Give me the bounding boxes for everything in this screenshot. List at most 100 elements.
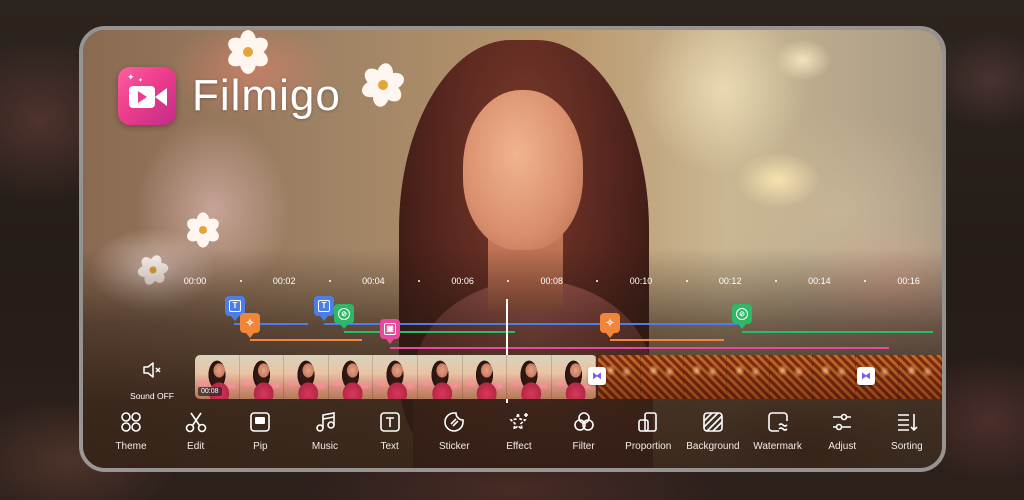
sorting-icon [896, 410, 918, 434]
adjust-sliders-icon [831, 410, 853, 434]
ruler-tick-label: 00:12 [718, 276, 742, 286]
tool-filter[interactable]: Filter [552, 410, 616, 458]
ruler-tick-label: 00:14 [808, 276, 831, 286]
clip-frame-thumbnail [284, 355, 329, 399]
ruler-tick-dot [864, 280, 866, 282]
app-logo: ✦ ✦ Filmigo [118, 67, 341, 125]
sticker-marker[interactable]: ⊘ [732, 304, 752, 329]
overlay-track-line[interactable] [390, 347, 889, 349]
ruler-tick-label: 00:02 [272, 276, 296, 286]
transition-icon: ⧓ [861, 370, 871, 382]
sticker-icon [443, 410, 465, 434]
tool-proportion[interactable]: Proportion [616, 410, 680, 458]
tool-label: Sorting [891, 441, 923, 452]
tool-label: Sticker [439, 441, 470, 452]
tool-sticker[interactable]: Sticker [422, 410, 486, 458]
clip-frame-thumbnail [417, 355, 463, 399]
effect-star-icon [508, 410, 530, 434]
tool-label: Background [686, 441, 740, 452]
tool-label: Proportion [625, 441, 672, 452]
effect-icon: ✧ [245, 317, 255, 329]
proportion-icon [637, 410, 659, 434]
clip-frame-thumbnail [770, 355, 813, 399]
tool-label: Pip [253, 441, 268, 452]
tool-label: Adjust [828, 441, 857, 452]
clip-frame-thumbnail [641, 355, 684, 399]
text-icon: T [318, 300, 330, 312]
pip-icon: ▣ [384, 323, 396, 335]
overlay-track-line[interactable] [344, 331, 515, 333]
ruler-tick-dot [774, 280, 777, 282]
ruler-tick-label: 00:16 [897, 276, 920, 286]
overlay-track-line[interactable] [610, 339, 724, 341]
tool-background[interactable]: Background [681, 410, 745, 458]
tool-watermark[interactable]: Watermark [746, 410, 810, 458]
clip-frame-thumbnail [239, 355, 285, 399]
clip-frame-thumbnail [373, 355, 418, 399]
sticker-icon: ⊘ [736, 308, 748, 320]
effect-marker[interactable]: ✧ [600, 313, 620, 338]
transition-button[interactable]: ⧓ [588, 367, 606, 385]
tool-effect[interactable]: Effect [487, 410, 551, 458]
effect-marker[interactable]: ✧ [240, 313, 260, 338]
tool-theme[interactable]: Theme [99, 410, 163, 458]
tool-edit[interactable]: Edit [164, 410, 228, 458]
video-clip[interactable] [598, 355, 942, 399]
sticker-marker[interactable]: ⊘ [334, 304, 354, 329]
tool-label: Edit [187, 441, 205, 452]
theme-icon [120, 410, 142, 434]
ruler-tick-dot [507, 280, 510, 282]
music-note-icon [314, 410, 336, 434]
watermark-icon [767, 410, 789, 434]
clip-frame-thumbnail [462, 355, 508, 399]
text-icon [379, 410, 401, 434]
tool-label: Filter [572, 441, 595, 452]
video-clip[interactable]: 00:08 [195, 355, 597, 399]
ruler-tick-label: 00:10 [629, 276, 653, 286]
timeline-ruler[interactable]: 00:00 00:02 00:04 00:06 00:08 00:10 00:12 00:14… [0, 276, 1024, 288]
tool-adjust[interactable]: Adjust [810, 410, 874, 458]
video-camera-icon: ✦ ✦ [118, 67, 176, 125]
tool-text[interactable]: Text [358, 410, 422, 458]
ruler-tick-label: 00:08 [540, 276, 564, 286]
tool-pip[interactable]: Pip [228, 410, 292, 458]
ruler-tick-dot [685, 280, 688, 282]
ruler-tick-dot [239, 280, 242, 282]
text-marker[interactable]: T [314, 296, 334, 321]
tool-label: Music [311, 441, 339, 452]
ruler-tick-dot [328, 280, 331, 282]
clip-frame-thumbnail [507, 355, 552, 399]
effect-icon: ✧ [605, 317, 615, 329]
ruler-tick-dot [596, 280, 599, 282]
bottom-toolbar: Theme Edit Pip Music Text Sticker Effect… [99, 410, 939, 458]
text-icon: T [229, 300, 241, 312]
clip-frame-thumbnail [328, 355, 374, 399]
clip-frame-thumbnail [684, 355, 727, 399]
app-name: Filmigo [192, 71, 341, 120]
tool-label: Watermark [753, 441, 802, 452]
transition-icon: ⧓ [592, 370, 602, 382]
speaker-muted-icon [126, 360, 178, 386]
tool-music[interactable]: Music [293, 410, 357, 458]
filter-icon [573, 410, 595, 434]
ruler-tick-label: 00:04 [362, 276, 385, 286]
pip-icon [249, 410, 271, 434]
tool-label: Text [380, 441, 399, 452]
background-icon [702, 410, 724, 434]
tool-sorting[interactable]: Sorting [875, 410, 939, 458]
ruler-tick-dot [418, 280, 420, 282]
tool-label: Theme [115, 441, 147, 452]
sound-label: Sound OFF [130, 391, 174, 401]
overlay-track-line[interactable] [742, 331, 933, 333]
scissors-icon [185, 410, 207, 434]
clip-duration-badge: 00:08 [198, 387, 222, 396]
sound-toggle[interactable]: Sound OFF [126, 360, 178, 401]
pip-marker[interactable]: ▣ [380, 319, 400, 344]
preview-subject-face [463, 90, 583, 250]
transition-button[interactable]: ⧓ [857, 367, 875, 385]
ruler-tick-label: 00:06 [451, 276, 474, 286]
ruler-tick-label: 00:00 [183, 276, 207, 286]
clip-frame-thumbnail [813, 355, 856, 399]
tool-label: Effect [506, 441, 532, 452]
overlay-track-line[interactable] [250, 339, 362, 341]
